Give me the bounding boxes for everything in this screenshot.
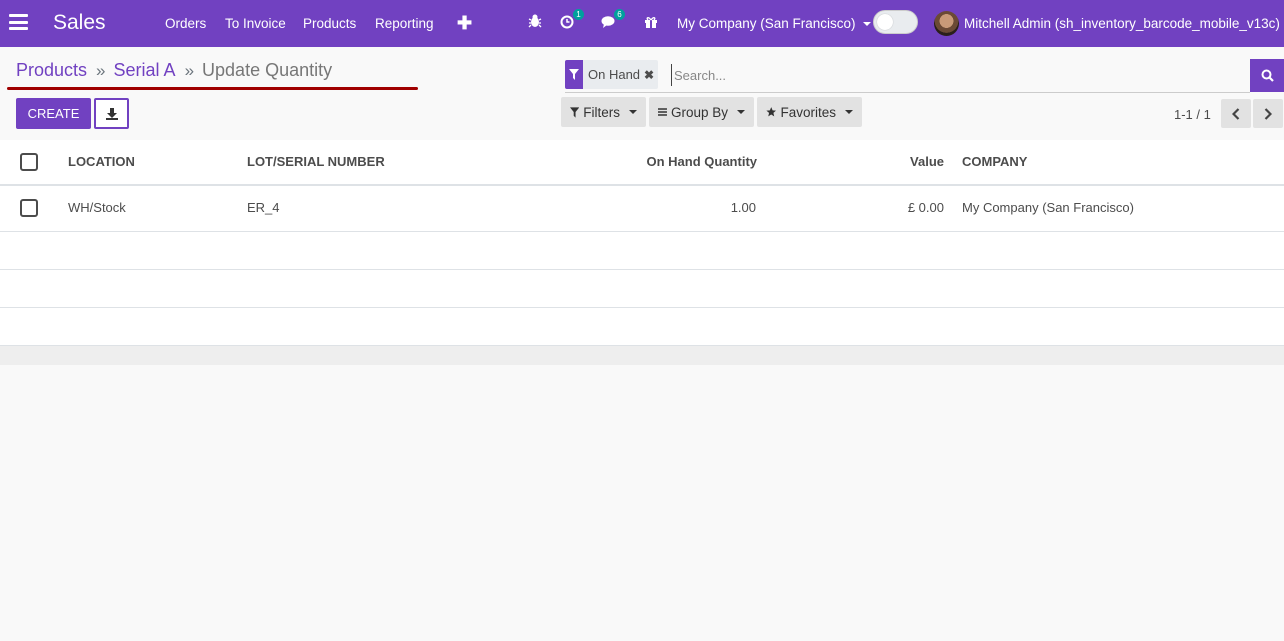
download-icon [105, 107, 118, 120]
chevron-down-icon [862, 22, 871, 27]
pager-next-button[interactable] [1253, 99, 1283, 128]
empty-row [0, 270, 1284, 308]
group-by-dropdown[interactable]: Group By [649, 97, 754, 127]
menu-reporting[interactable]: Reporting [375, 16, 434, 31]
column-header-on-hand-quantity[interactable]: On Hand Quantity [560, 140, 758, 184]
table-header: LOCATION LOT/SERIAL NUMBER On Hand Quant… [0, 140, 1284, 186]
pager-previous-button[interactable] [1221, 99, 1251, 128]
company-switcher[interactable]: My Company (San Francisco) [677, 16, 871, 31]
app-menu-icon[interactable] [9, 14, 28, 30]
caret-down-icon [629, 110, 637, 114]
avatar[interactable] [934, 11, 959, 36]
table-footer [0, 346, 1284, 365]
debug-bug-icon[interactable] [528, 13, 544, 31]
menu-orders[interactable]: Orders [165, 16, 206, 31]
gift-icon[interactable] [644, 13, 660, 31]
cell-value: £ 0.00 [907, 200, 944, 215]
column-header-company[interactable]: COMPANY [962, 140, 1027, 184]
list-table: LOCATION LOT/SERIAL NUMBER On Hand Quant… [0, 140, 1284, 365]
search-icon [1261, 69, 1274, 82]
top-navbar: Sales Orders To Invoice Products Reporti… [0, 0, 1284, 47]
facet-label: On Hand [588, 67, 641, 82]
chevron-left-icon [1232, 107, 1240, 120]
close-icon[interactable]: ✖ [644, 68, 658, 82]
select-all-checkbox[interactable] [20, 153, 38, 171]
download-button[interactable] [94, 98, 129, 129]
column-header-value[interactable]: Value [800, 140, 944, 184]
highlight-underline [7, 87, 418, 90]
create-button[interactable]: CREATE [16, 98, 91, 129]
star-icon [766, 107, 777, 117]
column-header-location[interactable]: LOCATION [68, 140, 135, 184]
favorites-dropdown[interactable]: Favorites [757, 97, 862, 127]
filters-label: Filters [583, 104, 620, 120]
mode-toggle[interactable] [873, 10, 918, 34]
search-facet: On Hand ✖ [565, 60, 659, 89]
chevron-right-icon [1264, 107, 1272, 120]
user-menu[interactable]: Mitchell Admin (sh_inventory_barcode_mob… [964, 16, 1280, 31]
menu-to-invoice[interactable]: To Invoice [225, 16, 286, 31]
filters-dropdown[interactable]: Filters [561, 97, 646, 127]
caret-down-icon [845, 110, 853, 114]
activity-clock-icon[interactable]: 1 [560, 9, 584, 31]
quick-create-icon[interactable]: ✚ [457, 13, 472, 34]
search-input[interactable] [671, 64, 1231, 86]
list-icon [658, 108, 667, 116]
company-name: My Company (San Francisco) [677, 16, 856, 31]
favorites-label: Favorites [780, 104, 836, 120]
column-header-lot-serial[interactable]: LOT/SERIAL NUMBER [247, 140, 385, 184]
row-checkbox[interactable] [20, 199, 38, 217]
breadcrumb-products[interactable]: Products [16, 60, 87, 80]
empty-row [0, 308, 1284, 346]
search-bar: On Hand ✖ [565, 59, 1250, 93]
cell-company: My Company (San Francisco) [962, 200, 1134, 215]
search-button[interactable] [1250, 59, 1284, 92]
message-count-badge: 6 [614, 9, 625, 20]
caret-down-icon [737, 110, 745, 114]
breadcrumb: Products » Serial A » Update Quantity [16, 60, 332, 81]
filter-icon [570, 106, 580, 118]
messages-chat-icon[interactable]: 6 [601, 9, 625, 31]
cell-on-hand-quantity: 1.00 [730, 200, 756, 215]
page-title: Update Quantity [202, 60, 333, 80]
breadcrumb-serial[interactable]: Serial A [114, 60, 176, 80]
empty-row [0, 232, 1284, 270]
table-row[interactable]: WH/Stock ER_4 1.00 £ 0.00 My Company (Sa… [0, 186, 1284, 232]
filter-icon [565, 60, 583, 89]
cell-location: WH/Stock [68, 200, 126, 215]
activity-count-badge: 1 [573, 9, 584, 20]
group-by-label: Group By [670, 104, 728, 120]
menu-products[interactable]: Products [303, 16, 356, 31]
pager-value[interactable]: 1-1 / 1 [1174, 107, 1211, 122]
double-chevron-right-icon: » [184, 61, 195, 80]
app-name[interactable]: Sales [53, 11, 106, 35]
cell-lot-serial: ER_4 [247, 200, 280, 215]
double-chevron-right-icon: » [96, 61, 106, 80]
